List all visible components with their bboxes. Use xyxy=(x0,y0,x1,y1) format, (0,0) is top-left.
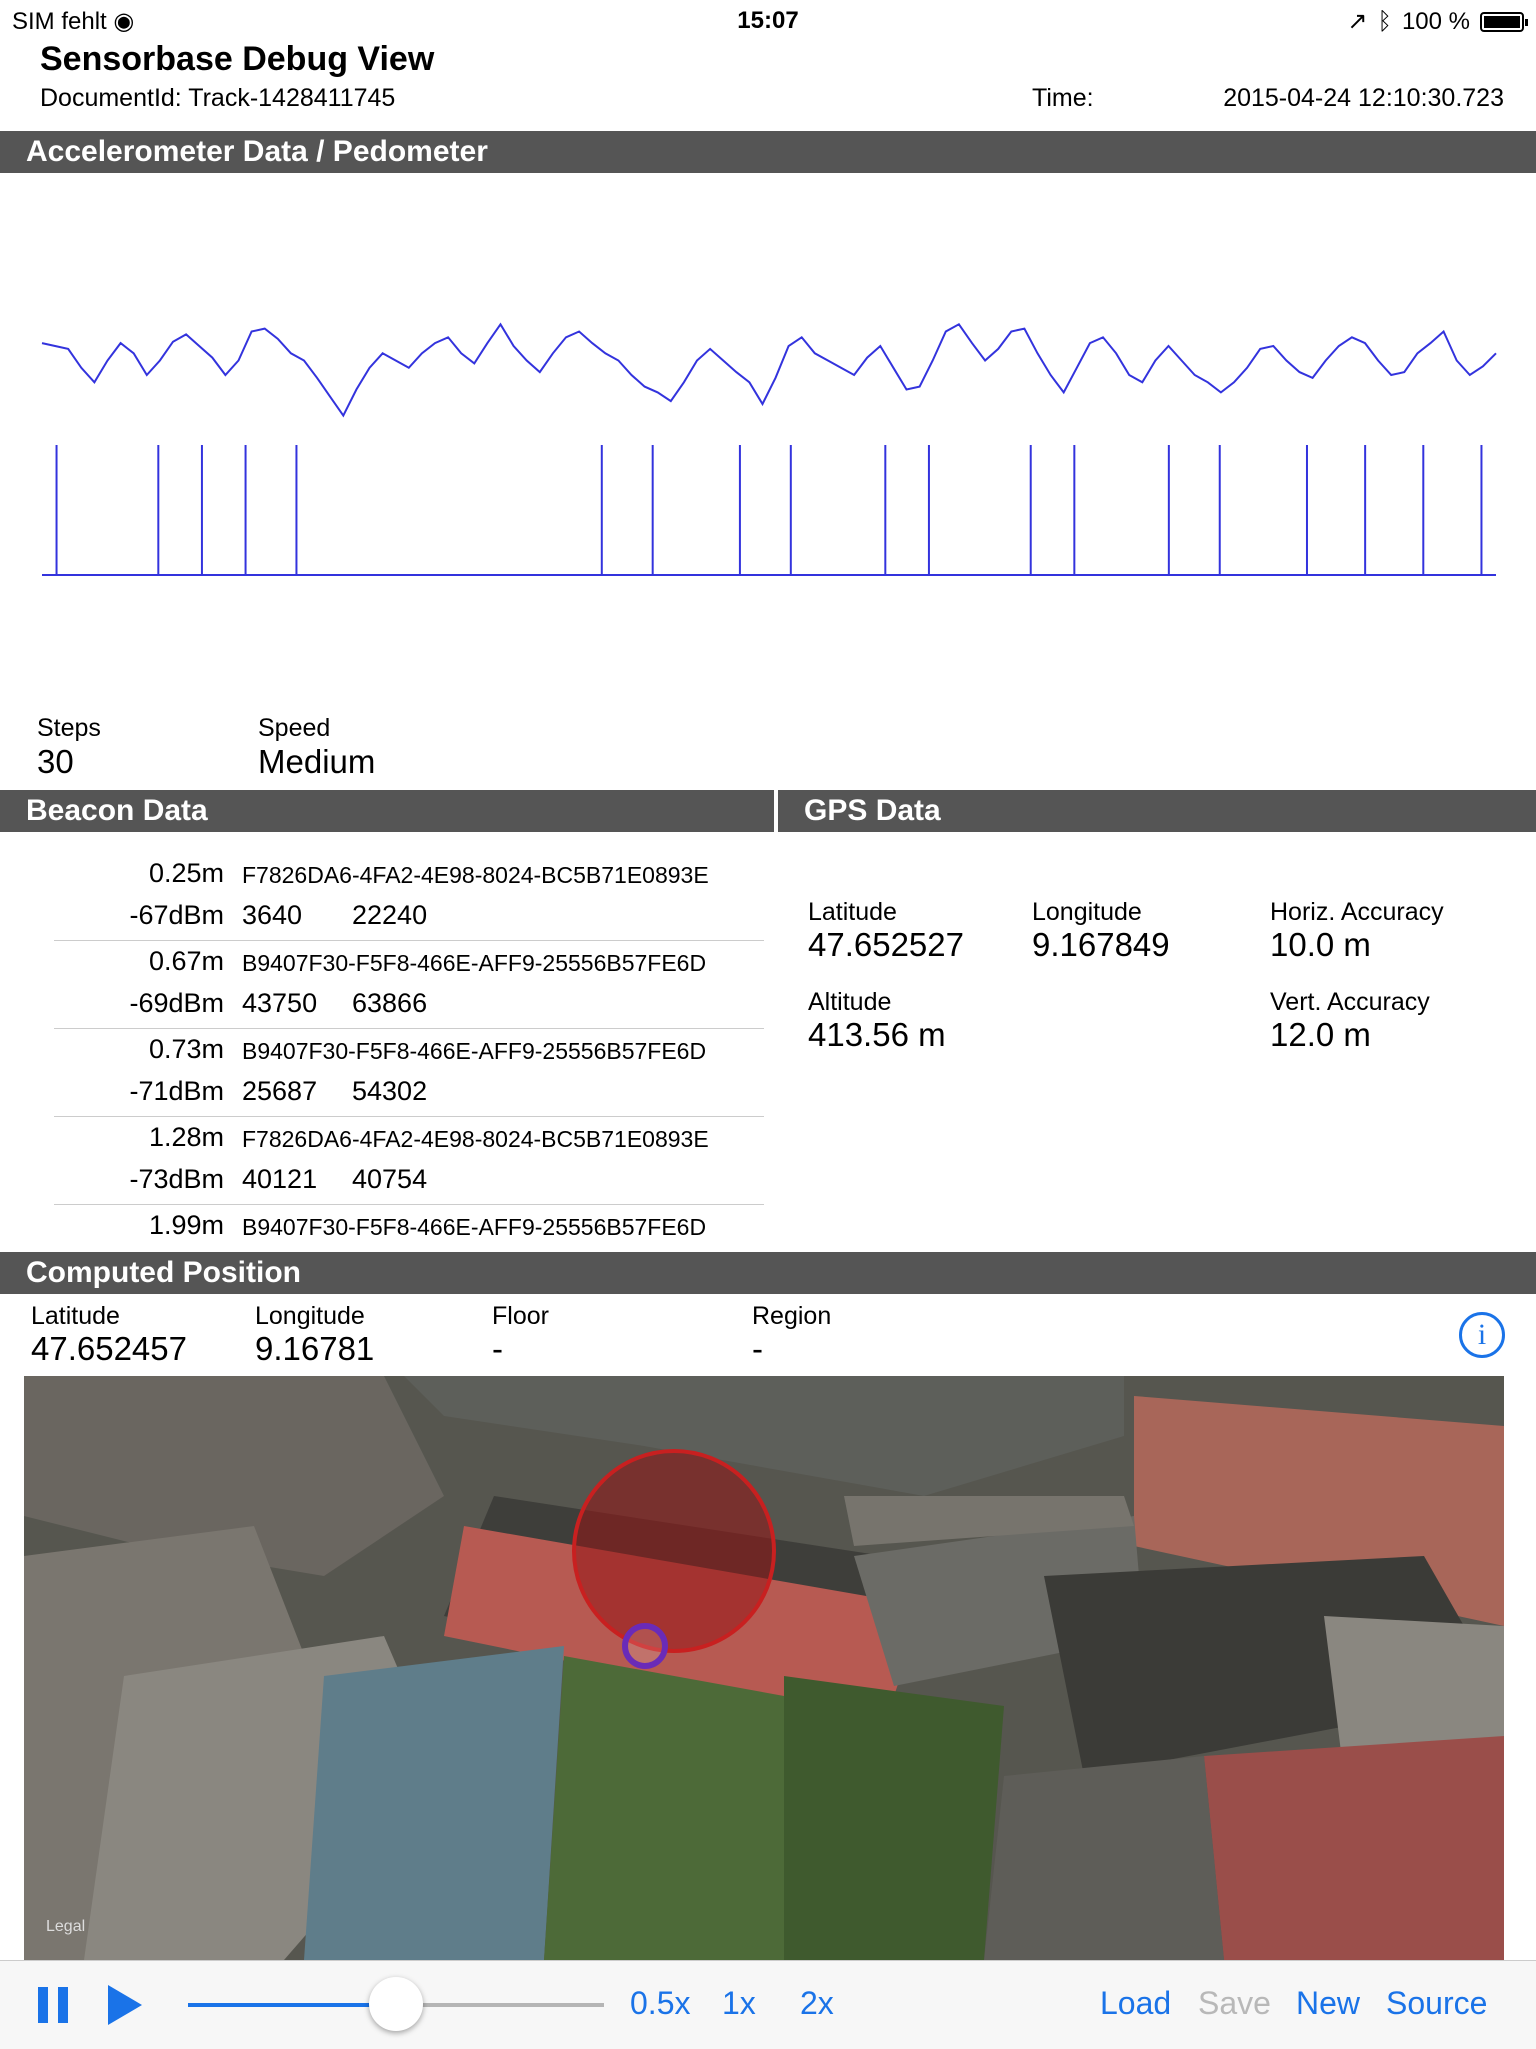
beacon-major: 3640 xyxy=(242,900,303,930)
computed-latitude-value: 47.652457 xyxy=(31,1330,187,1367)
gps-longitude-value: 9.167849 xyxy=(1032,926,1170,963)
beacon-distance: 0.25m xyxy=(148,858,224,888)
steps-label: Steps xyxy=(37,714,101,742)
status-time: 15:07 xyxy=(737,7,799,34)
slider-fill xyxy=(188,2003,396,2007)
beacon-minor: 22240 xyxy=(352,900,428,930)
beacon-distance: 1.99m xyxy=(148,1210,224,1240)
beacon-row[interactable]: 1.99m B9407F30-F5F8-466E-AFF9-25556B57FE… xyxy=(54,1204,764,1252)
gps-altitude-value: 413.56 m xyxy=(808,1016,946,1053)
status-bar: SIM fehlt ◉ 15:07 ↗ ᛒ 100 % xyxy=(0,0,1536,40)
region-label: Region xyxy=(752,1302,832,1330)
gps-vert-accuracy-label: Vert. Accuracy xyxy=(1270,988,1430,1016)
beacon-uuid: F7826DA6-4FA2-4E98-8024-BC5B71E0893E xyxy=(242,862,709,888)
battery-percent: 100 % xyxy=(1401,7,1470,35)
beacon-major: 25687 xyxy=(242,1076,318,1106)
accelerometer-chart xyxy=(41,322,1497,576)
section-header-gps: GPS Data xyxy=(778,790,1536,832)
beacon-uuid: B9407F30-F5F8-466E-AFF9-25556B57FE6D xyxy=(242,1038,707,1064)
beacon-row[interactable]: 0.25m F7826DA6-4FA2-4E98-8024-BC5B71E089… xyxy=(54,852,764,941)
beacon-minor: 54302 xyxy=(352,1076,428,1106)
section-header-accelerometer: Accelerometer Data / Pedometer xyxy=(0,131,1536,173)
beacon-major: 43750 xyxy=(242,988,318,1018)
gps-altitude-label: Altitude xyxy=(808,988,892,1016)
speed-half-button[interactable]: 0.5x xyxy=(630,1985,690,2022)
gps-vert-accuracy-value: 12.0 m xyxy=(1270,1016,1371,1053)
document-id-label: DocumentId: xyxy=(40,84,182,112)
computed-latitude-label: Latitude xyxy=(31,1302,120,1330)
pause-icon[interactable] xyxy=(38,1987,70,2023)
info-icon[interactable]: i xyxy=(1459,1312,1505,1358)
status-right: ↗ ᛒ 100 % xyxy=(1347,7,1528,36)
gps-latitude-label: Latitude xyxy=(808,898,897,926)
speed-value: Medium xyxy=(258,743,376,780)
section-header-computed-position: Computed Position xyxy=(0,1252,1536,1294)
beacon-rssi: -67dBm xyxy=(129,900,224,930)
beacon-distance: 0.67m xyxy=(148,946,224,976)
speed-1x-button[interactable]: 1x xyxy=(722,1985,756,2022)
beacon-distance: 0.73m xyxy=(148,1034,224,1064)
floor-label: Floor xyxy=(492,1302,549,1330)
time-value: 2015-04-24 12:10:30.723 xyxy=(1223,84,1504,112)
satellite-map[interactable]: Legal xyxy=(24,1376,1504,1960)
load-button[interactable]: Load xyxy=(1100,1985,1171,2022)
speed-label: Speed xyxy=(258,714,331,742)
gps-horiz-accuracy-label: Horiz. Accuracy xyxy=(1270,898,1444,926)
step-markers xyxy=(55,445,1483,575)
beacon-major: 40121 xyxy=(242,1164,318,1194)
beacon-rssi: -73dBm xyxy=(129,1164,224,1194)
playback-toolbar: 0.5x 1x 2x Load Save New Source xyxy=(0,1960,1536,2049)
position-marker xyxy=(622,1623,668,1669)
beacon-row[interactable]: 0.73m B9407F30-F5F8-466E-AFF9-25556B57FE… xyxy=(54,1028,764,1117)
computed-longitude-value: 9.16781 xyxy=(255,1330,375,1367)
play-icon[interactable] xyxy=(108,1985,142,2025)
region-value: - xyxy=(752,1330,763,1367)
beacon-row[interactable]: 1.28m F7826DA6-4FA2-4E98-8024-BC5B71E089… xyxy=(54,1116,764,1205)
beacon-rssi: -69dBm xyxy=(129,988,224,1018)
beacon-minor: 63866 xyxy=(352,988,428,1018)
source-button[interactable]: Source xyxy=(1386,1985,1487,2022)
playback-slider[interactable] xyxy=(188,1977,604,2031)
map-legal-link[interactable]: Legal xyxy=(46,1918,85,1936)
save-button[interactable]: Save xyxy=(1198,1985,1271,2022)
speed-2x-button[interactable]: 2x xyxy=(800,1985,834,2022)
beacon-list[interactable]: 0.25m F7826DA6-4FA2-4E98-8024-BC5B71E089… xyxy=(0,832,774,1252)
gps-longitude-label: Longitude xyxy=(1032,898,1142,926)
gps-horiz-accuracy-value: 10.0 m xyxy=(1270,926,1371,963)
accuracy-circle xyxy=(572,1449,776,1653)
document-id: DocumentId: Track-1428411745 xyxy=(40,84,395,113)
section-header-beacon: Beacon Data xyxy=(0,790,774,832)
slider-thumb[interactable] xyxy=(369,1977,423,2031)
new-button[interactable]: New xyxy=(1296,1985,1360,2022)
battery-icon xyxy=(1480,11,1528,32)
location-arrow-icon: ↗ xyxy=(1347,8,1368,35)
beacon-minor: 40754 xyxy=(352,1164,428,1194)
beacon-row[interactable]: 0.67m B9407F30-F5F8-466E-AFF9-25556B57FE… xyxy=(54,940,764,1029)
gps-latitude-value: 47.652527 xyxy=(808,926,964,963)
beacon-uuid: B9407F30-F5F8-466E-AFF9-25556B57FE6D xyxy=(242,1214,707,1240)
document-id-value: Track-1428411745 xyxy=(188,84,396,112)
computed-longitude-label: Longitude xyxy=(255,1302,365,1330)
accelerometer-signal-line xyxy=(41,322,1497,418)
beacon-rssi: -71dBm xyxy=(129,1076,224,1106)
page-title: Sensorbase Debug View xyxy=(40,40,435,78)
beacon-uuid: F7826DA6-4FA2-4E98-8024-BC5B71E0893E xyxy=(242,1126,709,1152)
time-label: Time: xyxy=(1032,84,1094,112)
beacon-distance: 1.28m xyxy=(148,1122,224,1152)
beacon-uuid: B9407F30-F5F8-466E-AFF9-25556B57FE6D xyxy=(242,950,707,976)
bluetooth-icon: ᛒ xyxy=(1377,7,1392,35)
floor-value: - xyxy=(492,1330,503,1367)
position-overlay xyxy=(572,1449,776,1669)
steps-value: 30 xyxy=(37,743,74,780)
